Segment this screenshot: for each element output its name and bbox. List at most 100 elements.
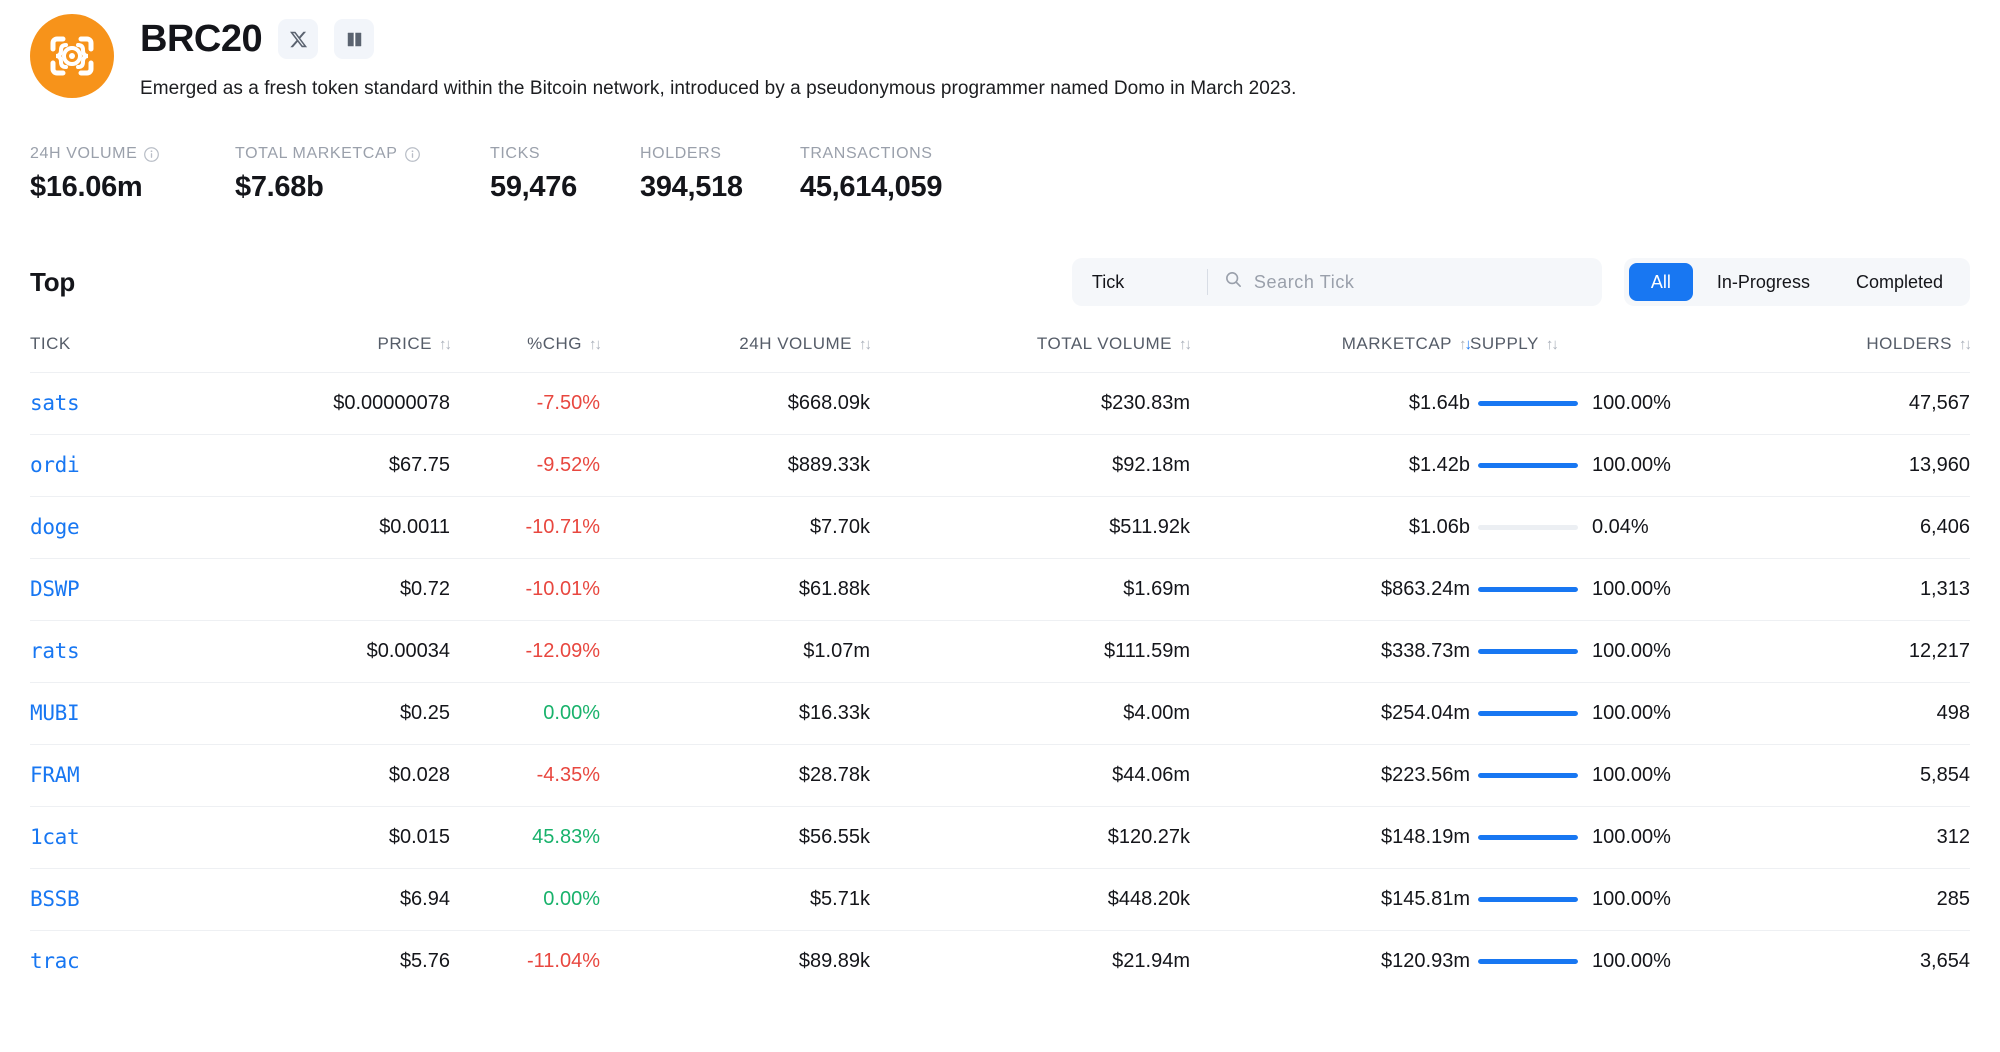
cell-change: -12.09%: [450, 621, 601, 683]
stat-label-text: TRANSACTIONS: [800, 145, 933, 162]
supply-percent: 100.00%: [1592, 578, 1671, 600]
sort-arrows-icon: ↑↓: [1545, 335, 1559, 353]
stat-label-text: TOTAL MARKETCAP: [235, 145, 398, 162]
cell-tick[interactable]: DSWP: [30, 559, 230, 621]
supply-percent: 0.04%: [1592, 516, 1649, 538]
tick-link[interactable]: 1cat: [30, 825, 80, 849]
tick-link[interactable]: BSSB: [30, 887, 80, 911]
supply-progress-bar: [1478, 773, 1578, 778]
book-icon: [345, 30, 364, 49]
cell-supply: 100.00%: [1470, 869, 1740, 931]
col-header-total-volume[interactable]: TOTAL VOLUME ↑↓: [870, 334, 1192, 373]
col-header--chg[interactable]: %CHG ↑↓: [450, 334, 602, 373]
cell-change: -4.35%: [450, 745, 600, 807]
cell-total-volume: $120.27k: [1107, 826, 1190, 848]
cell-tick[interactable]: MUBI: [30, 683, 230, 745]
cell-change: -10.01%: [450, 559, 601, 621]
stat-label: TICKS: [490, 144, 640, 164]
info-icon[interactable]: [404, 146, 421, 163]
change-value: -10.71%: [525, 516, 601, 538]
table-row[interactable]: sats $0.00000078 -7.50% $668.09k $230.83m $1.…: [30, 372, 1970, 435]
docs-link[interactable]: [334, 19, 375, 59]
col-header-label: SUPPLY: [1470, 334, 1539, 353]
cell-tick[interactable]: ordi: [30, 435, 230, 497]
cell-tick[interactable]: sats: [30, 373, 230, 435]
table-row[interactable]: 1cat $0.015 45.83% $56.55k $120.27k $148.19m 1…: [30, 806, 1970, 869]
table-row[interactable]: BSSB $6.94 0.00% $5.71k $448.20k $145.81m 100.…: [30, 868, 1970, 931]
filter-pill-completed[interactable]: Completed: [1834, 263, 1965, 301]
cell-total-volume: $4.00m: [1123, 702, 1190, 724]
table-row[interactable]: DSWP $0.72 -10.01% $61.88k $1.69m $863.24m 100…: [30, 558, 1970, 621]
table-row[interactable]: rats $0.00034 -12.09% $1.07m $111.59m $338.73…: [30, 620, 1970, 683]
cell-price: $67.75: [388, 454, 450, 476]
cell-total-volume: $21.94m: [1112, 950, 1190, 973]
table-header-row: TICK PRICE ↑↓ %CHG ↑↓ 24H VOLUME ↑↓ TOTAL VOLUM…: [30, 334, 1972, 373]
cell-tick[interactable]: doge: [30, 497, 230, 559]
col-header-holders[interactable]: HOLDERS ↑↓: [1740, 334, 1972, 373]
twitter-x-link[interactable]: [278, 19, 319, 59]
filter-pill-in-progress[interactable]: In-Progress: [1695, 263, 1832, 301]
table-row[interactable]: doge $0.0011 -10.71% $7.70k $511.92k $1.06b 0.…: [30, 496, 1970, 559]
table-row[interactable]: FRAM $0.028 -4.35% $28.78k $44.06m $223.56m 10…: [30, 744, 1970, 807]
cell-holders: 1,313: [1919, 578, 1970, 600]
table-row[interactable]: MUBI $0.25 0.00% $16.33k $4.00m $254.04m 100.0…: [30, 682, 1970, 745]
cell-change: 0.00%: [450, 869, 600, 931]
sort-arrows-icon: ↑↓: [1959, 335, 1972, 353]
brc20-bracket-target-icon: [30, 14, 114, 98]
cell-24h-volume: $7.70k: [809, 516, 870, 538]
search-field: [1208, 258, 1602, 306]
search-kind-selector[interactable]: Tick: [1072, 272, 1207, 293]
tick-link[interactable]: FRAM: [30, 763, 80, 787]
info-icon[interactable]: [143, 146, 160, 163]
stat-value: $7.68b: [235, 171, 324, 203]
cell-total-volume: $92.18m: [1112, 454, 1190, 476]
table-row[interactable]: ordi $67.75 -9.52% $889.33k $92.18m $1.42b 100…: [30, 434, 1970, 497]
cell-tick[interactable]: 1cat: [30, 807, 230, 869]
cell-24h-volume: $1.07m: [803, 640, 870, 662]
supply-percent: 100.00%: [1592, 392, 1671, 414]
cell-marketcap: $338.73m: [1381, 640, 1470, 662]
tick-link[interactable]: doge: [30, 515, 80, 539]
cell-price: $0.0011: [379, 516, 450, 538]
supply-progress-fill: [1478, 711, 1578, 716]
stats-bar: 24H VOLUME $16.06m TOTAL MARKETCAP $7.68b TI…: [30, 144, 1970, 204]
section-title: Top: [30, 266, 76, 297]
tick-link[interactable]: MUBI: [30, 701, 80, 725]
cell-supply: 100.00%: [1470, 435, 1740, 497]
stat-transactions: TRANSACTIONS 45,614,059: [800, 144, 1060, 204]
col-header-label: %CHG: [527, 334, 582, 353]
table-row[interactable]: trac $5.76 -11.04% $89.89k $21.94m $120.93m 10…: [30, 930, 1970, 993]
search-input[interactable]: [1253, 258, 1602, 306]
supply-progress-bar: [1478, 959, 1578, 965]
col-header-label: 24H VOLUME: [739, 334, 852, 353]
cell-tick[interactable]: BSSB: [30, 869, 230, 931]
cell-marketcap: $145.81m: [1381, 888, 1470, 910]
supply-progress-fill: [1478, 649, 1578, 654]
tick-link[interactable]: DSWP: [30, 577, 80, 601]
col-header-marketcap[interactable]: MARKETCAP ↑↓: [1190, 334, 1472, 373]
cell-tick[interactable]: FRAM: [30, 745, 230, 807]
col-header-24h-volume[interactable]: 24H VOLUME ↑↓: [600, 334, 872, 373]
cell-tick[interactable]: rats: [30, 621, 230, 683]
cell-supply: 100.00%: [1470, 807, 1740, 869]
supply-progress-fill: [1478, 897, 1578, 902]
col-header-label: PRICE: [377, 334, 432, 353]
cell-price: $0.028: [388, 764, 450, 786]
tick-link[interactable]: ordi: [30, 453, 80, 477]
filter-pill-all[interactable]: All: [1628, 263, 1693, 301]
table-header: TICK PRICE ↑↓ %CHG ↑↓ 24H VOLUME ↑↓ TOTAL VOLUM…: [30, 334, 1972, 373]
sort-arrows-icon: ↑↓: [859, 335, 872, 353]
stat-value: 394,518: [640, 171, 743, 203]
col-header-price[interactable]: PRICE ↑↓: [230, 334, 452, 373]
stat-label: HOLDERS: [640, 144, 800, 164]
cell-tick[interactable]: trac: [30, 931, 230, 993]
supply-progress-fill: [1478, 835, 1578, 840]
supply-progress-bar: [1478, 897, 1578, 902]
sort-arrows-icon: ↑↓: [1459, 335, 1472, 353]
col-header-supply[interactable]: SUPPLY ↑↓: [1470, 334, 1740, 373]
col-header-label: TICK: [30, 334, 71, 353]
tick-link[interactable]: trac: [30, 949, 80, 973]
tick-link[interactable]: rats: [30, 639, 80, 663]
tick-link[interactable]: sats: [30, 391, 80, 415]
supply-progress-bar: [1478, 525, 1578, 530]
